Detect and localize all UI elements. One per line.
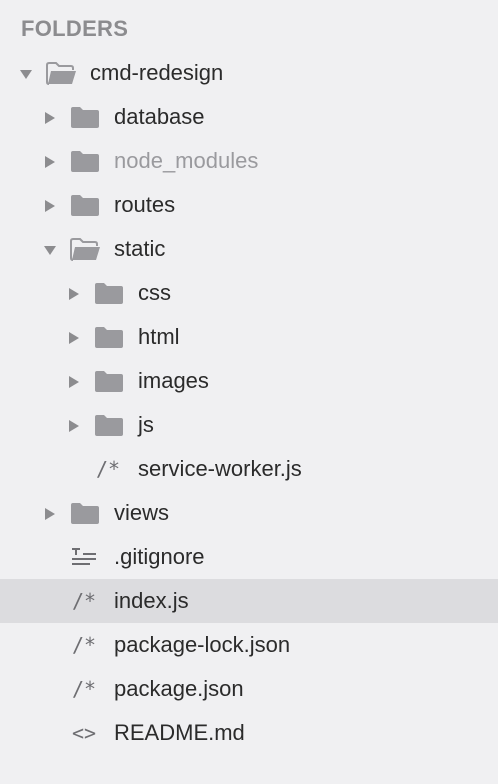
tree-item-index-js[interactable]: /* index.js: [0, 579, 498, 623]
folder-open-icon: [69, 237, 101, 261]
tree-item-label: service-worker.js: [138, 456, 302, 481]
js-file-icon: /*: [72, 633, 97, 657]
tree-item-css[interactable]: css: [0, 271, 498, 315]
tree-item-readme-md[interactable]: <> README.md: [0, 711, 498, 755]
disclosure-expanded-icon[interactable]: [44, 243, 56, 255]
folder-open-icon: [45, 61, 77, 85]
folder-icon: [93, 369, 125, 393]
tree-item-package-json[interactable]: /* package.json: [0, 667, 498, 711]
tree-item-label: node_modules: [114, 148, 259, 173]
tree-item-label: index.js: [114, 588, 189, 613]
disclosure-collapsed-icon[interactable]: [68, 287, 80, 300]
folder-icon: [69, 105, 101, 129]
code-file-icon: <>: [72, 721, 97, 745]
tree-item-label: README.md: [114, 720, 245, 745]
disclosure-collapsed-icon[interactable]: [44, 155, 56, 168]
tree-item-html[interactable]: html: [0, 315, 498, 359]
folder-icon: [69, 149, 101, 173]
tree-item-label: package-lock.json: [114, 632, 291, 657]
tree-item-label: routes: [114, 192, 176, 217]
tree-item-label: images: [138, 368, 209, 393]
disclosure-expanded-icon[interactable]: [20, 67, 32, 79]
tree-item-label: package.json: [114, 676, 244, 701]
disclosure-collapsed-icon[interactable]: [68, 375, 80, 388]
disclosure-collapsed-icon[interactable]: [68, 331, 80, 344]
folder-icon: [69, 193, 101, 217]
folder-icon: [93, 325, 125, 349]
tree-item-label: .gitignore: [114, 544, 205, 569]
disclosure-collapsed-icon[interactable]: [44, 507, 56, 520]
text-file-icon: [68, 545, 100, 569]
tree-item-label: js: [138, 412, 154, 437]
folder-icon: [93, 281, 125, 305]
sidebar-panel: FOLDERS cmd-redesign database node_modules…: [0, 0, 498, 784]
tree-item-static[interactable]: static: [0, 227, 498, 271]
folder-icon: [93, 413, 125, 437]
tree-item-node-modules[interactable]: node_modules: [0, 139, 498, 183]
disclosure-collapsed-icon[interactable]: [68, 419, 80, 432]
tree-item-images[interactable]: images: [0, 359, 498, 403]
tree-item-gitignore[interactable]: .gitignore: [0, 535, 498, 579]
js-file-icon: /*: [96, 457, 121, 481]
disclosure-collapsed-icon[interactable]: [44, 111, 56, 124]
tree-item-label: static: [114, 236, 166, 261]
tree-item-label: views: [114, 500, 170, 525]
tree-item-service-worker-js[interactable]: /* service-worker.js: [0, 447, 498, 491]
tree-item-label: cmd-redesign: [90, 60, 224, 85]
tree-item-label: css: [138, 280, 171, 305]
tree-item-cmd-redesign[interactable]: cmd-redesign: [0, 51, 498, 95]
tree-item-label: database: [114, 104, 205, 129]
tree-item-views[interactable]: views: [0, 491, 498, 535]
tree-item-database[interactable]: database: [0, 95, 498, 139]
tree-item-package-lock-json[interactable]: /* package-lock.json: [0, 623, 498, 667]
js-file-icon: /*: [72, 589, 97, 613]
disclosure-collapsed-icon[interactable]: [44, 199, 56, 212]
tree-item-js[interactable]: js: [0, 403, 498, 447]
js-file-icon: /*: [72, 677, 97, 701]
folders-header: FOLDERS: [21, 16, 129, 41]
tree-item-label: html: [138, 324, 180, 349]
tree-item-routes[interactable]: routes: [0, 183, 498, 227]
folder-icon: [69, 501, 101, 525]
